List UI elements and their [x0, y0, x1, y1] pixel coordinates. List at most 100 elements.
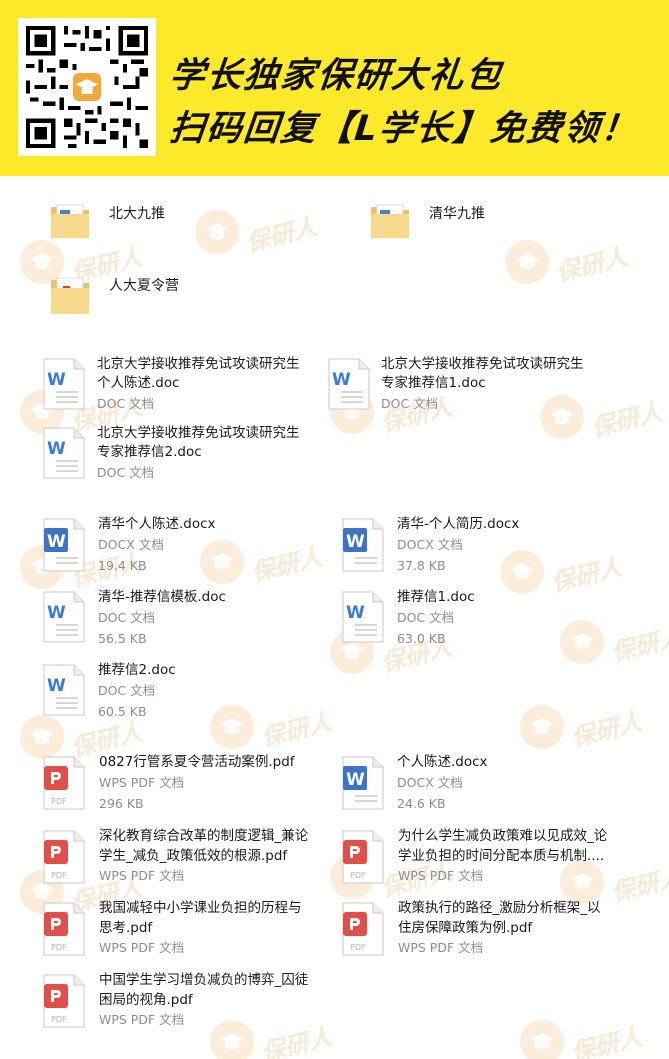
qr-code[interactable] [18, 18, 156, 156]
file-name-line1: 深化教育综合改革的制度逻辑_兼论 [99, 828, 309, 844]
folder-icon [51, 204, 89, 238]
svg-text:W: W [346, 603, 365, 623]
svg-text:W: W [47, 603, 66, 623]
file-type: WPS PDF 文档 [99, 940, 185, 955]
folder-item[interactable]: 清华九推 [360, 196, 620, 248]
file-name-line2: 学业负担的时间分配本质与机制.... [398, 848, 605, 864]
file-item[interactable]: W 推荐信1.doc DOC 文档 63.0 KB [337, 587, 637, 651]
file-size: 60.5 KB [98, 704, 147, 719]
svg-text:PDF: PDF [51, 797, 67, 806]
file-name-line1: 中国学生学习增负减负的博弈_囚徒 [99, 972, 309, 988]
file-item[interactable]: W 清华-推荐信模板.doc DOC 文档 56.5 KB [38, 587, 328, 651]
file-type: DOC 文档 [97, 396, 155, 411]
svg-text:PDF: PDF [51, 1015, 67, 1024]
word-doc-icon: W [43, 427, 85, 479]
file-type: WPS PDF 文档 [99, 775, 185, 790]
file-type: DOC 文档 [97, 465, 155, 480]
graduation-cap-icon [520, 705, 564, 749]
file-name-line2: 思考.pdf [99, 920, 153, 936]
file-item[interactable]: W 个人陈述.docx DOCX 文档 24.6 KB [337, 752, 637, 816]
word-doc-icon: W [342, 591, 384, 643]
file-item[interactable]: PDF 0827行管系夏令营活动案例.pdf WPS PDF 文档 296 KB [38, 752, 338, 816]
word-doc-icon: W [43, 664, 85, 716]
file-type: WPS PDF 文档 [99, 1012, 185, 1027]
file-type: DOCX 文档 [397, 537, 463, 552]
file-name-line1: 北京大学接收推荐免试攻读研究生 [97, 425, 300, 441]
svg-text:PDF: PDF [51, 943, 67, 952]
word-doc-icon: W [43, 591, 85, 643]
file-item[interactable]: W 清华-个人简历.docx DOCX 文档 37.8 KB [337, 514, 637, 578]
file-type: DOC 文档 [397, 610, 455, 625]
file-item[interactable]: PDF 深化教育综合改革的制度逻辑_兼论 学生_减负_政策低效的根源.pdf W… [38, 826, 338, 890]
pdf-icon: PDF [43, 756, 85, 810]
pdf-icon: PDF [43, 830, 85, 884]
file-name-line1: 北京大学接收推荐免试攻读研究生 [97, 356, 300, 372]
file-type: DOCX 文档 [98, 537, 164, 552]
svg-text:W: W [47, 676, 66, 696]
pdf-icon: PDF [342, 830, 384, 884]
file-type: DOC 文档 [381, 396, 439, 411]
svg-text:W: W [346, 770, 365, 790]
file-item[interactable]: W 北京大学接收推荐免试攻读研究生 专家推荐信2.doc DOC 文档 [38, 423, 338, 483]
word-docx-icon: W [342, 518, 384, 572]
file-item[interactable]: PDF 中国学生学习增负减负的博弈_囚徒 困局的视角.pdf WPS PDF 文… [38, 970, 338, 1034]
svg-text:PDF: PDF [350, 871, 366, 880]
file-name-line2: 学生_减负_政策低效的根源.pdf [99, 848, 288, 864]
file-item[interactable]: PDF 为什么学生减负政策难以见成效_论 学业负担的时间分配本质与机制.... … [337, 826, 657, 890]
file-name: 清华个人陈述.docx [98, 516, 216, 532]
watermark: 保研人 [520, 1020, 645, 1059]
folder-name: 人大夏令营 [109, 278, 179, 294]
word-doc-icon: W [328, 358, 370, 410]
file-type: DOCX 文档 [397, 775, 463, 790]
file-name-line2: 困局的视角.pdf [99, 992, 193, 1008]
file-name: 推荐信1.doc [397, 589, 475, 605]
file-name-line2: 专家推荐信1.doc [381, 375, 486, 391]
file-size: 24.6 KB [397, 796, 446, 811]
banner-headline: 学长独家保研大礼包 [167, 56, 505, 96]
file-item[interactable]: PDF 我国减轻中小学课业负担的历程与 思考.pdf WPS PDF 文档 [38, 898, 338, 962]
folder-item[interactable]: 北大九推 [40, 196, 300, 248]
word-doc-icon: W [43, 358, 85, 410]
pdf-icon: PDF [342, 902, 384, 956]
folder-name: 清华九推 [429, 206, 485, 222]
watermark-text: 保研人 [568, 1022, 645, 1059]
word-docx-icon: W [43, 518, 85, 572]
svg-text:W: W [346, 532, 365, 552]
file-type: DOC 文档 [98, 610, 156, 625]
file-name: 0827行管系夏令营活动案例.pdf [99, 754, 295, 770]
svg-text:W: W [47, 370, 66, 390]
file-name: 推荐信2.doc [98, 662, 176, 678]
file-size: 63.0 KB [397, 631, 446, 646]
svg-text:W: W [47, 532, 66, 552]
file-name-line1: 政策执行的路径_激励分析框架_以 [398, 900, 601, 916]
folder-icon [371, 204, 409, 238]
watermark-text: 保研人 [568, 707, 645, 752]
file-item[interactable]: PDF 政策执行的路径_激励分析框架_以 住房保障政策为例.pdf WPS PD… [337, 898, 637, 962]
promo-banner: 学长独家保研大礼包 扫码回复【L学长】免费领！ [0, 0, 669, 176]
folder-name: 北大九推 [109, 206, 165, 222]
file-name-line1: 我国减轻中小学课业负担的历程与 [99, 900, 302, 916]
file-name-line2: 住房保障政策为例.pdf [398, 920, 533, 936]
svg-text:PDF: PDF [350, 943, 366, 952]
qr-code-icon [26, 26, 148, 148]
file-item[interactable]: W 北京大学接收推荐免试攻读研究生 个人陈述.doc DOC 文档 [38, 354, 338, 414]
pdf-icon: PDF [43, 974, 85, 1028]
file-type: DOC 文档 [98, 683, 156, 698]
file-item[interactable]: W 清华个人陈述.docx DOCX 文档 19.4 KB [38, 514, 328, 578]
file-type: WPS PDF 文档 [99, 868, 185, 883]
file-item[interactable]: W 北京大学接收推荐免试攻读研究生 专家推荐信1.doc DOC 文档 [323, 354, 643, 414]
file-name-line1: 北京大学接收推荐免试攻读研究生 [381, 356, 584, 372]
watermark: 保研人 [520, 705, 645, 752]
file-item[interactable]: W 推荐信2.doc DOC 文档 60.5 KB [38, 660, 328, 724]
file-name-line1: 为什么学生减负政策难以见成效_论 [398, 828, 608, 844]
file-type: WPS PDF 文档 [398, 940, 484, 955]
word-docx-icon: W [342, 756, 384, 810]
svg-text:W: W [332, 370, 351, 390]
file-name: 个人陈述.docx [397, 754, 488, 770]
file-size: 296 KB [99, 796, 144, 811]
banner-subheadline: 扫码回复【L学长】免费领！ [167, 109, 641, 149]
file-size: 37.8 KB [397, 558, 446, 573]
file-size: 19.4 KB [98, 558, 147, 573]
file-size: 56.5 KB [98, 631, 147, 646]
folder-item[interactable]: 人大夏令营 [40, 268, 300, 324]
